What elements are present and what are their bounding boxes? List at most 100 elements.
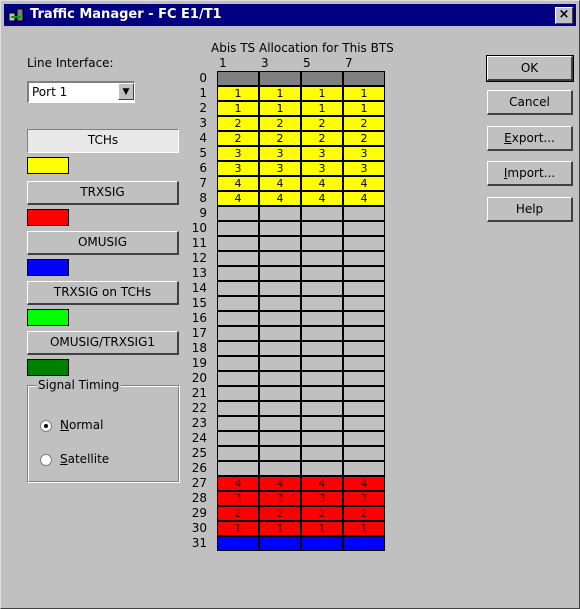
timeslot-cell[interactable] — [301, 251, 343, 266]
timeslot-cell[interactable] — [259, 341, 301, 356]
timeslot-cell[interactable] — [217, 296, 259, 311]
timeslot-cell[interactable] — [217, 401, 259, 416]
timeslot-cell[interactable] — [301, 341, 343, 356]
timeslot-cell[interactable] — [259, 221, 301, 236]
timeslot-cell[interactable] — [301, 431, 343, 446]
timeslot-cell[interactable] — [217, 326, 259, 341]
timeslot-cell[interactable]: 4 — [343, 176, 385, 191]
timeslot-cell[interactable] — [259, 446, 301, 461]
timeslot-cell[interactable] — [259, 311, 301, 326]
timeslot-cell[interactable]: 2 — [343, 506, 385, 521]
timeslot-cell[interactable] — [301, 71, 343, 86]
timeslot-cell[interactable] — [217, 266, 259, 281]
timeslot-cell[interactable] — [343, 416, 385, 431]
timeslot-cell[interactable] — [217, 356, 259, 371]
timeslot-cell[interactable] — [259, 71, 301, 86]
timeslot-cell[interactable] — [217, 311, 259, 326]
timeslot-cell[interactable] — [343, 341, 385, 356]
color-swatch-trxsig[interactable] — [27, 209, 69, 226]
timeslot-cell[interactable] — [343, 431, 385, 446]
timeslot-cell[interactable]: 2 — [217, 131, 259, 146]
timeslot-cell[interactable] — [301, 311, 343, 326]
timeslot-cell[interactable] — [217, 71, 259, 86]
timeslot-cell[interactable] — [343, 401, 385, 416]
timeslot-cell[interactable]: 1 — [259, 521, 301, 536]
timeslot-cell[interactable]: 3 — [301, 161, 343, 176]
timeslot-cell[interactable] — [301, 236, 343, 251]
title-bar[interactable]: Traffic Manager - FC E1/T1 × — [4, 4, 576, 26]
timeslot-cell[interactable]: 4 — [217, 176, 259, 191]
timeslot-cell[interactable] — [217, 236, 259, 251]
timeslot-cell[interactable] — [217, 206, 259, 221]
timeslot-cell[interactable]: 4 — [217, 191, 259, 206]
timeslot-cell[interactable]: 4 — [343, 476, 385, 491]
timeslot-cell[interactable] — [301, 326, 343, 341]
action-button-import[interactable]: Import... — [487, 161, 573, 186]
timeslot-cell[interactable]: 4 — [259, 476, 301, 491]
timeslot-cell[interactable] — [259, 266, 301, 281]
timeslot-cell[interactable] — [259, 431, 301, 446]
timeslot-cell[interactable]: 2 — [301, 116, 343, 131]
timeslot-cell[interactable] — [343, 251, 385, 266]
timeslot-cell[interactable] — [259, 356, 301, 371]
color-swatch-omusig-trxsig1[interactable] — [27, 359, 69, 376]
timeslot-cell[interactable]: 4 — [217, 476, 259, 491]
timeslot-cell[interactable]: 1 — [217, 101, 259, 116]
timeslot-cell[interactable] — [343, 206, 385, 221]
signal-button-omusig[interactable]: OMUSIG — [27, 231, 179, 255]
timeslot-cell[interactable]: 2 — [259, 506, 301, 521]
timeslot-cell[interactable]: 1 — [301, 521, 343, 536]
action-button-export[interactable]: Export... — [487, 126, 573, 151]
timeslot-cell[interactable]: 4 — [259, 176, 301, 191]
timeslot-cell[interactable]: 2 — [217, 506, 259, 521]
timeslot-cell[interactable] — [301, 371, 343, 386]
timeslot-cell[interactable]: 2 — [259, 116, 301, 131]
close-button[interactable]: × — [555, 7, 573, 24]
radio-satellite[interactable] — [40, 454, 52, 466]
timeslot-cell[interactable] — [259, 281, 301, 296]
timeslot-cell[interactable]: 4 — [259, 191, 301, 206]
timeslot-cell[interactable] — [301, 206, 343, 221]
signal-button-tchs[interactable]: TCHs — [27, 129, 179, 153]
timeslot-cell[interactable] — [301, 461, 343, 476]
timeslot-cell[interactable] — [301, 266, 343, 281]
color-swatch-omusig[interactable] — [27, 259, 69, 276]
timeslot-cell[interactable] — [343, 236, 385, 251]
timeslot-cell[interactable] — [259, 416, 301, 431]
timeslot-cell[interactable] — [259, 461, 301, 476]
timeslot-cell[interactable] — [301, 296, 343, 311]
timeslot-cell[interactable] — [259, 386, 301, 401]
timeslot-cell[interactable]: 3 — [343, 146, 385, 161]
timeslot-cell[interactable] — [217, 341, 259, 356]
timeslot-cell[interactable] — [301, 416, 343, 431]
timeslot-cell[interactable]: 4 — [343, 191, 385, 206]
timeslot-cell[interactable] — [217, 536, 259, 551]
timeslot-cell[interactable]: 1 — [343, 86, 385, 101]
timeslot-cell[interactable] — [259, 326, 301, 341]
timeslot-cell[interactable]: 3 — [217, 161, 259, 176]
timeslot-cell[interactable]: 1 — [301, 86, 343, 101]
timeslot-cell[interactable] — [301, 356, 343, 371]
timeslot-cell[interactable]: 4 — [301, 191, 343, 206]
timeslot-cell[interactable]: 3 — [301, 146, 343, 161]
timeslot-cell[interactable]: 3 — [343, 491, 385, 506]
line-interface-select[interactable]: Port 1 ▼ — [27, 81, 135, 103]
timeslot-cell[interactable]: 3 — [301, 491, 343, 506]
timeslot-cell[interactable]: 2 — [259, 131, 301, 146]
timeslot-cell[interactable]: 2 — [217, 116, 259, 131]
timeslot-cell[interactable] — [343, 296, 385, 311]
timeslot-cell[interactable]: 1 — [217, 86, 259, 101]
timeslot-cell[interactable] — [259, 536, 301, 551]
timeslot-cell[interactable] — [217, 221, 259, 236]
timeslot-cell[interactable] — [343, 446, 385, 461]
timeslot-cell[interactable] — [343, 71, 385, 86]
timeslot-cell[interactable]: 3 — [343, 161, 385, 176]
timeslot-cell[interactable]: 1 — [343, 101, 385, 116]
timeslot-cell[interactable]: 3 — [259, 161, 301, 176]
timeslot-cell[interactable] — [343, 371, 385, 386]
timeslot-cell[interactable]: 1 — [301, 101, 343, 116]
timeslot-cell[interactable] — [301, 221, 343, 236]
timeslot-cell[interactable] — [301, 446, 343, 461]
signal-button-trxsig[interactable]: TRXSIG — [27, 181, 179, 205]
action-button-help[interactable]: Help — [487, 197, 573, 222]
